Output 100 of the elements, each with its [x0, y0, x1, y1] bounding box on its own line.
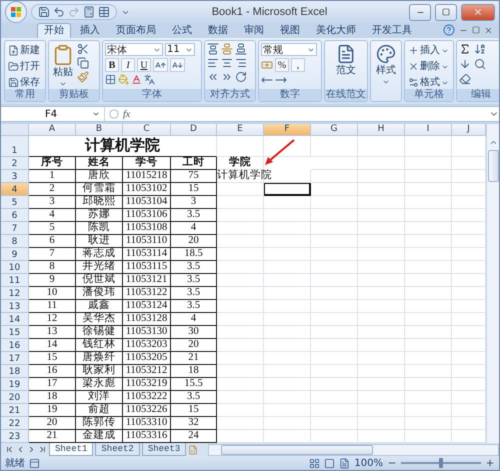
row-header[interactable]: 8: [1, 235, 29, 248]
grid-cell[interactable]: [311, 287, 358, 300]
column-header[interactable]: H: [358, 124, 405, 136]
grid-cell[interactable]: [264, 261, 311, 274]
phonetic-icon[interactable]: [144, 74, 155, 85]
grid-cell[interactable]: [264, 196, 311, 209]
grid-cell[interactable]: [311, 157, 358, 170]
grid-cell[interactable]: [358, 378, 405, 391]
grid-cell[interactable]: [217, 339, 264, 352]
help-icon[interactable]: [443, 24, 455, 36]
row-header[interactable]: 16: [1, 339, 29, 352]
grid-cell[interactable]: [358, 248, 405, 261]
maximize-button[interactable]: [435, 4, 457, 20]
row-header[interactable]: 12: [1, 287, 29, 300]
eraser-icon[interactable]: [459, 73, 471, 85]
grid-cell[interactable]: [358, 196, 405, 209]
grid-cell[interactable]: [217, 352, 264, 365]
clipboard-icon[interactable]: [52, 44, 74, 66]
caret-icon[interactable]: [92, 110, 100, 118]
zoom-thumb[interactable]: [439, 458, 443, 468]
undo-icon[interactable]: [53, 6, 65, 18]
ribbon-tab[interactable]: 公式: [165, 23, 199, 38]
column-header[interactable]: G: [311, 124, 358, 136]
normal-view-icon[interactable]: [309, 458, 320, 468]
grid-cell[interactable]: [405, 365, 452, 378]
grid-cell[interactable]: [311, 274, 358, 287]
grid-cell[interactable]: [264, 378, 311, 391]
number-style-button[interactable]: ,: [291, 58, 305, 72]
orientation-icon[interactable]: [235, 71, 247, 83]
grid-cell[interactable]: [405, 209, 452, 222]
scroll-thumb[interactable]: [221, 444, 374, 454]
copy-icon[interactable]: [77, 57, 89, 69]
grid-cell[interactable]: [358, 352, 405, 365]
number-format-field[interactable]: 常规: [261, 43, 317, 56]
row-header[interactable]: 9: [1, 248, 29, 261]
number-style-button[interactable]: %: [275, 58, 289, 72]
align-right-icon[interactable]: [235, 57, 247, 69]
ribbon-button[interactable]: 删除: [407, 59, 450, 74]
ribbon-button[interactable]: 保存: [7, 75, 41, 90]
grid-cell[interactable]: [405, 196, 452, 209]
page-break-icon[interactable]: [339, 458, 350, 468]
grid-cell[interactable]: [311, 196, 358, 209]
grid-cell[interactable]: [405, 157, 452, 170]
grid-cell[interactable]: [358, 136, 405, 157]
grid-cell[interactable]: [217, 365, 264, 378]
row-header[interactable]: 14: [1, 313, 29, 326]
grid-cell[interactable]: [358, 339, 405, 352]
fill-color-icon[interactable]: [118, 74, 129, 85]
close-button[interactable]: [461, 4, 495, 20]
row-header[interactable]: 22: [1, 417, 29, 430]
grid-cell[interactable]: [217, 248, 264, 261]
grid-cell[interactable]: [264, 209, 311, 222]
format-button[interactable]: I: [121, 58, 135, 72]
fill-icon[interactable]: [459, 58, 471, 70]
new-sheet-icon[interactable]: [188, 444, 198, 454]
grid-cell[interactable]: [405, 222, 452, 235]
grid-cell[interactable]: [264, 417, 311, 430]
grid-cell[interactable]: [264, 274, 311, 287]
grid-cell[interactable]: [217, 235, 264, 248]
align-middle-icon[interactable]: [221, 43, 233, 55]
grid-cell[interactable]: [217, 287, 264, 300]
font-size-field[interactable]: 11: [165, 43, 195, 56]
grid-cell[interactable]: [358, 391, 405, 404]
grid-cell[interactable]: [358, 183, 405, 196]
paste-button[interactable]: 粘贴: [51, 43, 75, 89]
grid-cell[interactable]: [217, 136, 264, 157]
grid-cell[interactable]: [405, 274, 452, 287]
ribbon-tab[interactable]: 美化大师: [309, 23, 363, 38]
ribbon-tab[interactable]: 页面布局: [109, 23, 163, 38]
grid-cell[interactable]: [264, 235, 311, 248]
grid-cell[interactable]: [311, 404, 358, 417]
grid-cell[interactable]: [405, 300, 452, 313]
align-top-icon[interactable]: [207, 43, 219, 55]
maximize-icon[interactable]: [442, 8, 450, 16]
minimize-button[interactable]: [409, 4, 431, 20]
close-icon[interactable]: [484, 26, 493, 34]
grid-cell[interactable]: [405, 404, 452, 417]
column-header[interactable]: J: [452, 124, 486, 136]
sheet-tab[interactable]: Sheet2: [95, 443, 140, 456]
row-header[interactable]: 18: [1, 365, 29, 378]
grid-cell[interactable]: [264, 404, 311, 417]
previous-sheet-icon[interactable]: [16, 445, 25, 454]
zoom-level[interactable]: 100%: [354, 458, 383, 468]
grid-cell[interactable]: [358, 365, 405, 378]
ribbon-button[interactable]: 打开: [7, 59, 41, 74]
grid-cell[interactable]: [264, 287, 311, 300]
grid-cell[interactable]: [311, 313, 358, 326]
grid-cell[interactable]: [217, 404, 264, 417]
paintbrush-icon[interactable]: [77, 71, 89, 83]
grid-cell[interactable]: [311, 248, 358, 261]
grid-cell[interactable]: [311, 339, 358, 352]
new-file-icon[interactable]: [8, 45, 19, 56]
grid-cell[interactable]: [264, 313, 311, 326]
shrink-font-button[interactable]: [170, 58, 185, 72]
row-header[interactable]: 5: [1, 196, 29, 209]
grid-cell[interactable]: [217, 417, 264, 430]
grid-cell[interactable]: [264, 300, 311, 313]
grid-cell[interactable]: [264, 391, 311, 404]
grid-cell[interactable]: [217, 222, 264, 235]
row-header[interactable]: 10: [1, 261, 29, 274]
